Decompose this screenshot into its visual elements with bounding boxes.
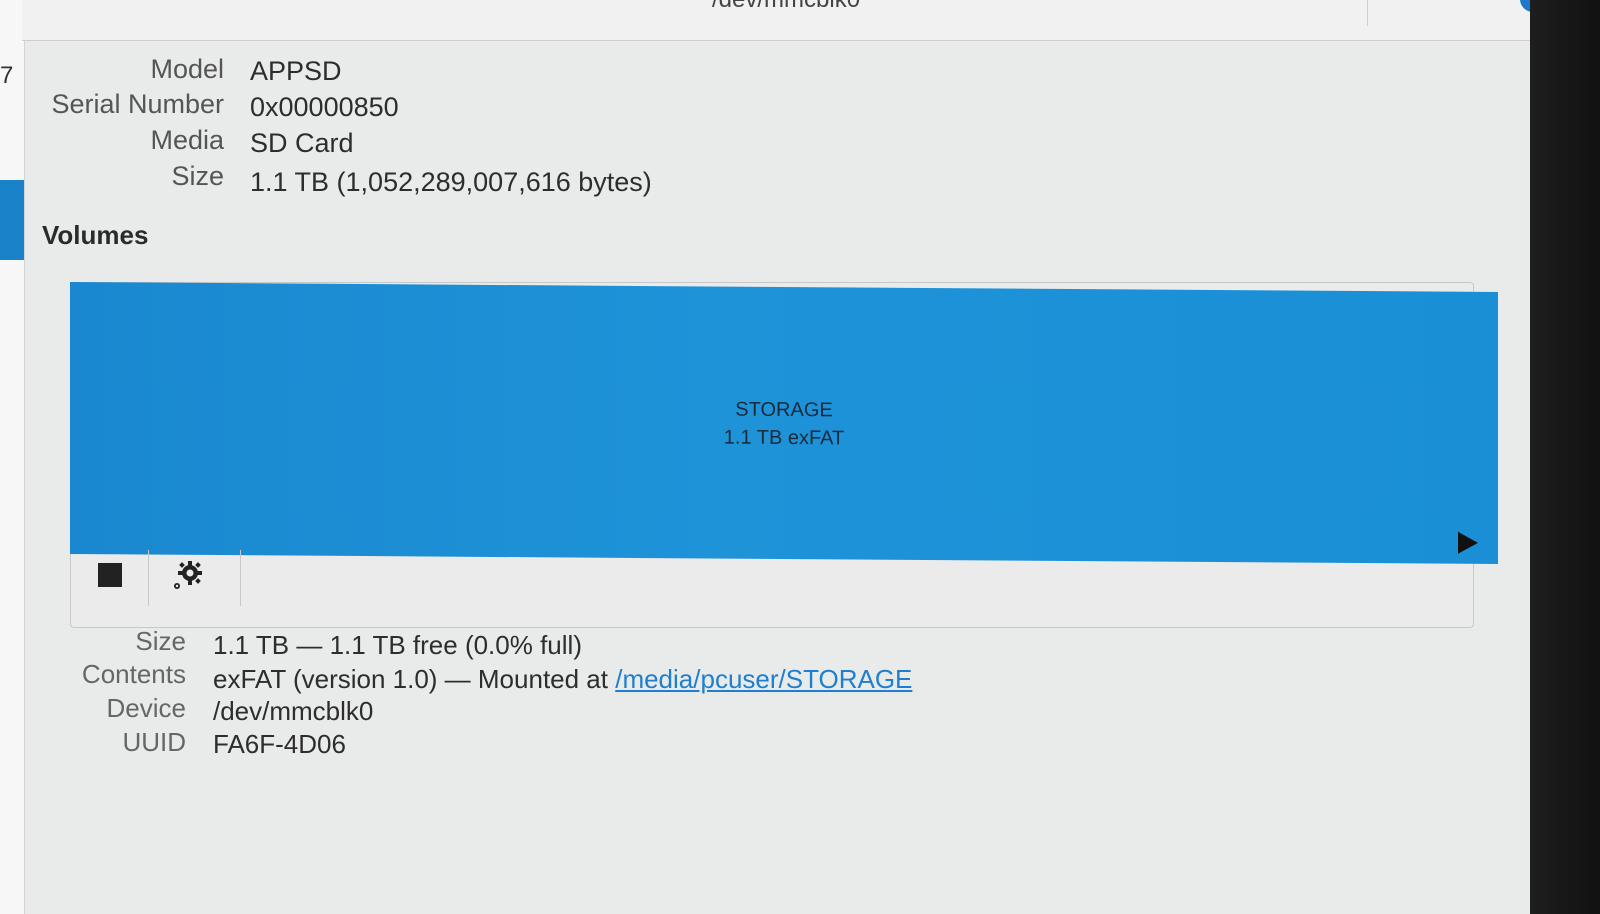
uuid-label: UUID	[122, 727, 186, 757]
model-value: APPSD	[250, 56, 342, 86]
contents-text: exFAT (version 1.0) — Mounted at	[213, 664, 616, 694]
menu-button[interactable]	[1520, 0, 1530, 12]
unmount-button[interactable]	[72, 550, 148, 600]
serial-number-label: Serial Number	[51, 89, 224, 119]
volumes-heading: Volumes	[42, 220, 149, 250]
media-label: Media	[150, 125, 224, 155]
monitor-bezel	[1530, 0, 1600, 914]
device-value: /dev/mmcblk0	[213, 696, 374, 726]
serial-number-value: 0x00000850	[250, 92, 399, 122]
header-separator	[1367, 0, 1368, 26]
partition-options-button[interactable]	[150, 550, 226, 600]
uuid-value: FA6F-4D06	[213, 729, 346, 759]
model-label: Model	[150, 54, 224, 84]
partition-description: 1.1 TB exFAT	[723, 426, 845, 450]
contents-label: Contents	[81, 659, 186, 689]
toolbar-separator-2	[240, 550, 241, 606]
partition-size-label: Size	[135, 626, 186, 656]
window-title: /dev/mmcblk0	[712, 0, 860, 14]
toolbar-separator	[148, 550, 149, 606]
header-bar: /dev/mmcblk0	[22, 0, 1530, 41]
size-label: Size	[171, 161, 224, 191]
partition-size-value: 1.1 TB — 1.1 TB free (0.0% full)	[213, 630, 582, 660]
gear-icon	[174, 561, 202, 589]
size-value: 1.1 TB (1,052,289,007,616 bytes)	[250, 167, 652, 197]
partition-storage[interactable]: STORAGE 1.1 TB exFAT	[70, 282, 1498, 564]
stop-icon	[98, 563, 122, 587]
disks-window: 7 /dev/mmcblk0 Model APPSD Serial Number…	[0, 0, 1530, 914]
play-arrow-icon	[1458, 531, 1478, 554]
contents-value: exFAT (version 1.0) — Mounted at /media/…	[213, 664, 912, 695]
partition-name: STORAGE	[735, 398, 833, 422]
media-value: SD Card	[250, 128, 354, 158]
sidebar-item-selected[interactable]	[0, 180, 24, 260]
mount-point-link[interactable]: /media/pcuser/STORAGE	[615, 664, 912, 694]
device-label: Device	[106, 693, 186, 723]
